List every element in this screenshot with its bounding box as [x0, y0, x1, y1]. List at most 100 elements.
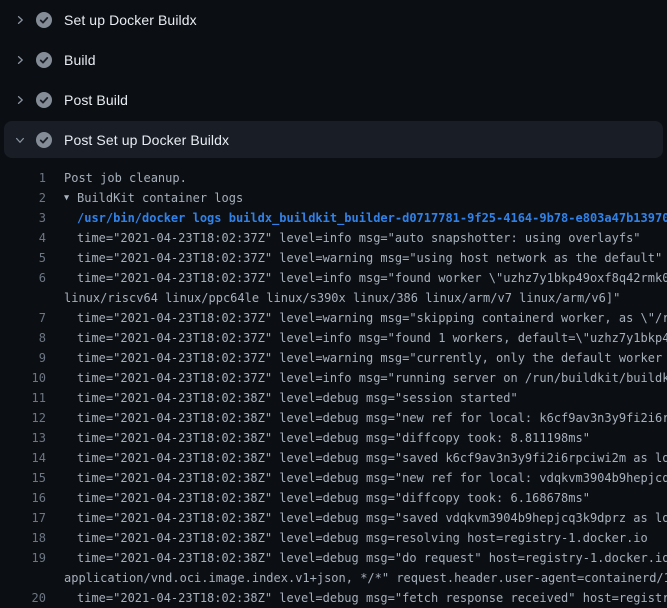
- log-text: BuildKit container logs: [77, 191, 243, 205]
- log-line: 9 time="2021-04-23T18:02:37Z" level=warni…: [0, 348, 667, 368]
- log-text: application/vnd.oci.image.index.v1+json,…: [64, 571, 667, 585]
- line-number[interactable]: 1: [0, 168, 46, 188]
- log-text-cell: ▼BuildKit container logs: [64, 191, 243, 205]
- line-number[interactable]: 5: [0, 248, 46, 268]
- log-viewer: 1 Post job cleanup. 2 ▼BuildKit container l…: [0, 158, 667, 608]
- step-row-post-set-up-docker-buildx[interactable]: Post Set up Docker Buildx: [4, 121, 663, 158]
- line-number[interactable]: 4: [0, 228, 46, 248]
- log-line: 8 time="2021-04-23T18:02:37Z" level=info …: [0, 328, 667, 348]
- log-line: 16 time="2021-04-23T18:02:38Z" level=debu…: [0, 488, 667, 508]
- log-command-text: /usr/bin/docker logs buildx_buildkit_bui…: [77, 211, 667, 225]
- step-title: Build: [64, 52, 96, 68]
- log-text: time="2021-04-23T18:02:38Z" level=debug …: [77, 431, 590, 445]
- log-text: linux/riscv64 linux/ppc64le linux/s390x …: [64, 291, 620, 305]
- chevron-right-icon[interactable]: [12, 92, 28, 108]
- log-text-cell: time="2021-04-23T18:02:37Z" level=warnin…: [77, 351, 667, 365]
- log-text-cell: time="2021-04-23T18:02:38Z" level=debug …: [77, 591, 667, 605]
- log-text-cell: time="2021-04-23T18:02:37Z" level=warnin…: [77, 251, 662, 265]
- line-number[interactable]: 12: [0, 408, 46, 428]
- line-number[interactable]: 10: [0, 368, 46, 388]
- log-text-cell: /usr/bin/docker logs buildx_buildkit_bui…: [77, 211, 667, 225]
- log-text-cell: time="2021-04-23T18:02:38Z" level=debug …: [77, 431, 590, 445]
- log-text: time="2021-04-23T18:02:38Z" level=debug …: [77, 531, 648, 545]
- log-line: 17 time="2021-04-23T18:02:38Z" level=debu…: [0, 508, 667, 528]
- log-text: time="2021-04-23T18:02:37Z" level=info m…: [77, 271, 667, 285]
- log-line-continuation: linux/riscv64 linux/ppc64le linux/s390x …: [0, 288, 667, 308]
- log-text-cell: time="2021-04-23T18:02:37Z" level=info m…: [77, 231, 641, 245]
- log-text-cell: time="2021-04-23T18:02:38Z" level=debug …: [77, 511, 667, 525]
- log-text: time="2021-04-23T18:02:37Z" level=info m…: [77, 231, 641, 245]
- log-text: time="2021-04-23T18:02:38Z" level=debug …: [77, 451, 667, 465]
- log-line: 10 time="2021-04-23T18:02:37Z" level=info…: [0, 368, 667, 388]
- log-text-cell: time="2021-04-23T18:02:38Z" level=debug …: [77, 451, 667, 465]
- line-number[interactable]: 6: [0, 268, 46, 288]
- log-group-collapse-icon[interactable]: ▼: [64, 188, 77, 208]
- check-circle-icon: [36, 52, 52, 68]
- log-line: 20 time="2021-04-23T18:02:38Z" level=debu…: [0, 588, 667, 608]
- log-line: 2 ▼BuildKit container logs: [0, 188, 667, 208]
- line-number[interactable]: 3: [0, 208, 46, 228]
- line-number[interactable]: 18: [0, 528, 46, 548]
- step-row-post-build[interactable]: Post Build: [0, 80, 667, 120]
- log-text-cell: linux/riscv64 linux/ppc64le linux/s390x …: [64, 291, 620, 305]
- log-line: 15 time="2021-04-23T18:02:38Z" level=debu…: [0, 468, 667, 488]
- log-text-cell: time="2021-04-23T18:02:37Z" level=warnin…: [77, 311, 667, 325]
- log-text-cell: time="2021-04-23T18:02:37Z" level=info m…: [77, 331, 667, 345]
- log-line: 4 time="2021-04-23T18:02:37Z" level=info …: [0, 228, 667, 248]
- line-number[interactable]: 19: [0, 548, 46, 568]
- log-line-continuation: application/vnd.oci.image.index.v1+json,…: [0, 568, 667, 588]
- log-text: time="2021-04-23T18:02:37Z" level=warnin…: [77, 311, 667, 325]
- log-text-cell: time="2021-04-23T18:02:38Z" level=debug …: [77, 471, 667, 485]
- line-number[interactable]: 11: [0, 388, 46, 408]
- log-text: time="2021-04-23T18:02:38Z" level=debug …: [77, 471, 667, 485]
- log-text: time="2021-04-23T18:02:38Z" level=debug …: [77, 591, 667, 605]
- log-text: time="2021-04-23T18:02:37Z" level=info m…: [77, 371, 667, 385]
- line-number[interactable]: 2: [0, 188, 46, 208]
- log-text-cell: time="2021-04-23T18:02:38Z" level=debug …: [77, 551, 667, 565]
- log-text-cell: time="2021-04-23T18:02:37Z" level=info m…: [77, 371, 667, 385]
- step-row-set-up-docker-buildx[interactable]: Set up Docker Buildx: [0, 0, 667, 40]
- log-text: time="2021-04-23T18:02:38Z" level=debug …: [77, 411, 667, 425]
- log-text: Post job cleanup.: [64, 171, 187, 185]
- line-number[interactable]: 7: [0, 308, 46, 328]
- log-line: 5 time="2021-04-23T18:02:37Z" level=warni…: [0, 248, 667, 268]
- log-line: 6 time="2021-04-23T18:02:37Z" level=info …: [0, 268, 667, 288]
- line-number[interactable]: 17: [0, 508, 46, 528]
- check-circle-icon: [36, 132, 52, 148]
- log-line: 19 time="2021-04-23T18:02:38Z" level=debu…: [0, 548, 667, 568]
- log-line: 18 time="2021-04-23T18:02:38Z" level=debu…: [0, 528, 667, 548]
- check-circle-icon: [36, 12, 52, 28]
- log-text: time="2021-04-23T18:02:38Z" level=debug …: [77, 511, 667, 525]
- check-circle-icon: [36, 92, 52, 108]
- chevron-right-icon[interactable]: [12, 12, 28, 28]
- line-number[interactable]: 16: [0, 488, 46, 508]
- log-text: time="2021-04-23T18:02:38Z" level=debug …: [77, 551, 667, 565]
- chevron-right-icon[interactable]: [12, 52, 28, 68]
- log-text: time="2021-04-23T18:02:37Z" level=warnin…: [77, 351, 667, 365]
- log-line: 12 time="2021-04-23T18:02:38Z" level=debu…: [0, 408, 667, 428]
- log-text: time="2021-04-23T18:02:37Z" level=info m…: [77, 331, 667, 345]
- steps-list: Set up Docker Buildx Build Post Build Post …: [0, 0, 667, 158]
- line-number[interactable]: 13: [0, 428, 46, 448]
- log-line: 14 time="2021-04-23T18:02:38Z" level=debu…: [0, 448, 667, 468]
- step-title: Post Build: [64, 92, 128, 108]
- line-number[interactable]: 8: [0, 328, 46, 348]
- line-number[interactable]: 9: [0, 348, 46, 368]
- log-text-cell: time="2021-04-23T18:02:38Z" level=debug …: [77, 411, 667, 425]
- log-text-cell: application/vnd.oci.image.index.v1+json,…: [64, 571, 667, 585]
- log-text-cell: time="2021-04-23T18:02:38Z" level=debug …: [77, 491, 590, 505]
- line-number[interactable]: 15: [0, 468, 46, 488]
- log-text-cell: Post job cleanup.: [64, 171, 187, 185]
- log-text-cell: time="2021-04-23T18:02:38Z" level=debug …: [77, 531, 648, 545]
- log-line: 7 time="2021-04-23T18:02:37Z" level=warni…: [0, 308, 667, 328]
- chevron-down-icon[interactable]: [12, 132, 28, 148]
- line-number[interactable]: 20: [0, 588, 46, 608]
- step-title: Post Set up Docker Buildx: [64, 132, 229, 148]
- step-title: Set up Docker Buildx: [64, 12, 197, 28]
- log-line: 13 time="2021-04-23T18:02:38Z" level=debu…: [0, 428, 667, 448]
- log-text: time="2021-04-23T18:02:38Z" level=debug …: [77, 391, 518, 405]
- log-line: 11 time="2021-04-23T18:02:38Z" level=debu…: [0, 388, 667, 408]
- line-number[interactable]: 14: [0, 448, 46, 468]
- log-text-cell: time="2021-04-23T18:02:37Z" level=info m…: [77, 271, 667, 285]
- step-row-build[interactable]: Build: [0, 40, 667, 80]
